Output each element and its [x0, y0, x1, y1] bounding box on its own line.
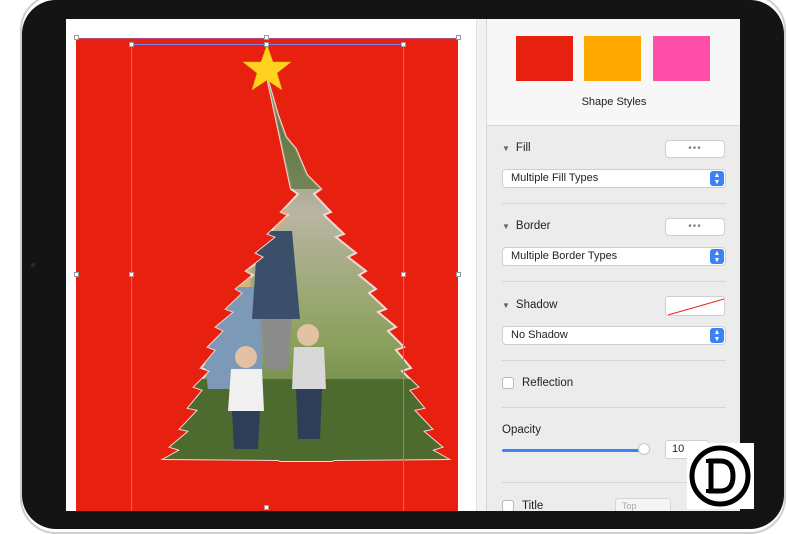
- resize-handle[interactable]: [74, 272, 79, 277]
- popup-arrows-icon: ▲ ▼: [710, 328, 724, 343]
- reflection-checkbox[interactable]: [502, 377, 514, 389]
- disclosure-triangle-icon: ▼: [502, 143, 510, 153]
- app-screen: Shape Styles ▼ Fill ••• Multiple Fill Ty…: [66, 19, 740, 511]
- border-section-header[interactable]: ▼ Border: [502, 220, 550, 232]
- fill-type-value: Multiple Fill Types: [511, 172, 599, 184]
- opacity-title: Opacity: [502, 424, 541, 436]
- reflection-label: Reflection: [522, 377, 574, 389]
- title-label: Title: [522, 500, 544, 511]
- shape-style-orange[interactable]: [584, 36, 641, 81]
- resize-handle[interactable]: [401, 272, 406, 277]
- divider: [502, 407, 726, 408]
- resize-handle[interactable]: [264, 42, 269, 47]
- shape-style-red[interactable]: [516, 36, 573, 81]
- opacity-label: Opacity: [502, 424, 541, 436]
- disclosure-triangle-icon: ▼: [502, 221, 510, 231]
- shadow-title: Shadow: [515, 299, 558, 311]
- title-checkbox[interactable]: [502, 500, 514, 511]
- resize-handle[interactable]: [129, 42, 134, 47]
- shape-style-pink[interactable]: [653, 36, 710, 81]
- border-title: Border: [515, 220, 551, 232]
- resize-handle[interactable]: [456, 272, 461, 277]
- shadow-section-header[interactable]: ▼ Shadow: [502, 299, 557, 311]
- resize-handle[interactable]: [264, 35, 269, 40]
- border-type-select[interactable]: Multiple Border Types ▲ ▼: [502, 247, 726, 266]
- title-position-select[interactable]: Top: [615, 498, 671, 511]
- divider: [502, 203, 726, 204]
- border-options-button[interactable]: •••: [665, 218, 725, 236]
- inspector-panel: Shape Styles ▼ Fill ••• Multiple Fill Ty…: [486, 19, 740, 511]
- popup-arrows-icon: ▲ ▼: [710, 249, 724, 264]
- popup-arrows-icon: ▲ ▼: [710, 171, 724, 186]
- opacity-slider-track[interactable]: [502, 449, 642, 452]
- shadow-color-well[interactable]: [665, 296, 725, 316]
- border-type-value: Multiple Border Types: [511, 250, 618, 262]
- divider: [502, 281, 726, 282]
- disclosure-triangle-icon: ▼: [502, 300, 510, 310]
- camera-icon: [31, 263, 35, 267]
- resize-handle[interactable]: [74, 35, 79, 40]
- resize-handle[interactable]: [401, 42, 406, 47]
- document-canvas[interactable]: [66, 19, 476, 511]
- divider: [502, 360, 726, 361]
- shadow-type-value: No Shadow: [511, 329, 568, 341]
- shape-styles-label: Shape Styles: [581, 96, 647, 108]
- no-shadow-slash-icon: [667, 298, 724, 315]
- publisher-logo-icon: [687, 443, 754, 509]
- resize-handle[interactable]: [129, 272, 134, 277]
- fill-type-select[interactable]: Multiple Fill Types ▲ ▼: [502, 169, 726, 188]
- resize-handle[interactable]: [456, 35, 461, 40]
- shape-styles-section: Shape Styles: [487, 19, 740, 126]
- selection-left: [131, 44, 132, 511]
- opacity-slider-thumb[interactable]: [638, 443, 650, 455]
- fill-title: Fill: [515, 142, 531, 154]
- fill-section-header[interactable]: ▼ Fill: [502, 142, 531, 154]
- resize-handle[interactable]: [264, 505, 269, 510]
- star-shape[interactable]: [66, 19, 476, 511]
- selection-right: [403, 44, 404, 511]
- fill-options-button[interactable]: •••: [665, 140, 725, 158]
- shadow-type-select[interactable]: No Shadow ▲ ▼: [502, 326, 726, 345]
